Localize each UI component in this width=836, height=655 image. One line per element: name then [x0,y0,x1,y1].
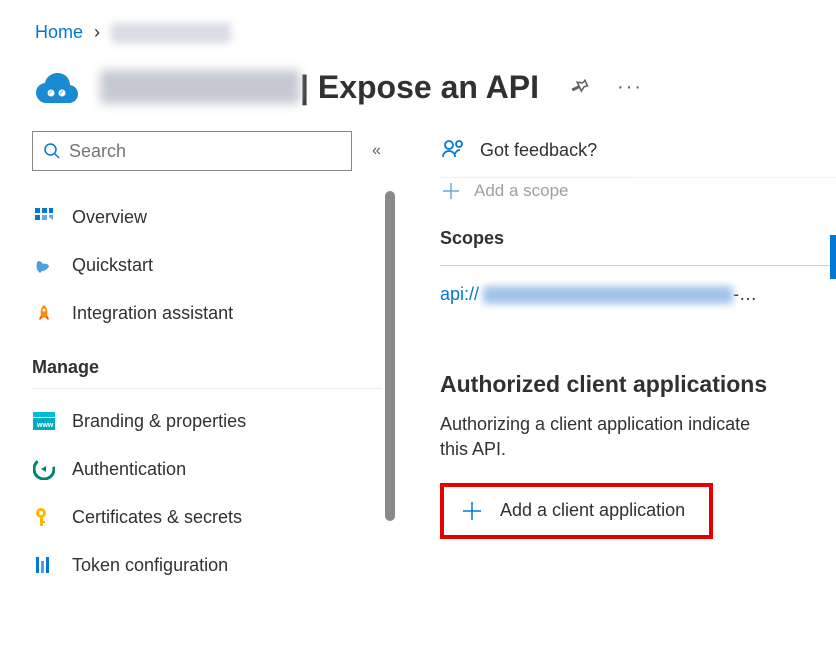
sidebar: « Overview Qui [0,131,390,646]
sidebar-item-label: Token configuration [72,555,228,576]
sidebar-item-label: Integration assistant [72,303,233,324]
sidebar-item-label: Branding & properties [72,411,246,432]
breadcrumb: Home › [0,0,836,53]
feedback-icon [440,137,466,163]
chevron-right-icon: › [94,22,100,42]
header-app-name-redacted [100,70,300,104]
quickstart-icon [32,253,56,277]
plus-icon [440,180,462,202]
authorized-apps-description: Authorizing a client application indicat… [440,412,836,482]
more-icon[interactable]: ··· [617,76,643,99]
sidebar-item-label: Authentication [72,459,186,480]
sidebar-item-token-configuration[interactable]: Token configuration [32,541,390,589]
feedback-label: Got feedback? [480,140,597,161]
sidebar-item-certificates[interactable]: Certificates & secrets [32,493,390,541]
plus-icon [460,499,484,523]
search-box[interactable] [32,131,352,171]
main-content: Got feedback? Add a scope Scopes api:// … [390,131,836,646]
sidebar-item-label: Overview [72,207,147,228]
feedback-link[interactable]: Got feedback? [440,131,836,177]
page-header: | Expose an API ··· [0,53,836,131]
sidebar-item-quickstart[interactable]: Quickstart [32,241,390,289]
overview-icon [32,205,56,229]
selection-indicator [830,235,836,279]
pin-icon[interactable] [569,76,589,99]
scope-uri-prefix: api:// [440,284,479,305]
scopes-header: Scopes [440,208,836,265]
branding-icon: www [32,409,56,433]
authentication-icon [32,457,56,481]
scope-uri-redacted [483,286,733,304]
page-title: | Expose an API [300,69,539,106]
sidebar-section-manage: Manage [32,337,382,389]
app-cloud-icon [32,63,80,111]
sidebar-item-branding[interactable]: www Branding & properties [32,397,390,445]
token-icon [32,553,56,577]
search-input[interactable] [69,141,341,162]
scope-row[interactable]: api:// -… [440,265,836,323]
breadcrumb-app-name-redacted[interactable] [111,23,231,43]
breadcrumb-home-link[interactable]: Home [35,22,83,42]
add-client-label: Add a client application [500,500,685,521]
sidebar-item-label: Certificates & secrets [72,507,242,528]
sidebar-item-integration-assistant[interactable]: Integration assistant [32,289,390,337]
add-scope-button[interactable]: Add a scope [440,177,836,208]
add-scope-label: Add a scope [474,181,569,201]
rocket-icon [32,301,56,325]
authorized-apps-title: Authorized client applications [440,323,836,412]
svg-text:www: www [36,422,54,429]
key-icon [32,505,56,529]
add-client-application-button[interactable]: Add a client application [440,483,713,539]
search-icon [43,142,61,160]
scope-uri-suffix: -… [733,284,757,305]
collapse-sidebar-icon[interactable]: « [372,142,381,160]
sidebar-item-authentication[interactable]: Authentication [32,445,390,493]
sidebar-item-label: Quickstart [72,255,153,276]
sidebar-item-overview[interactable]: Overview [32,193,390,241]
